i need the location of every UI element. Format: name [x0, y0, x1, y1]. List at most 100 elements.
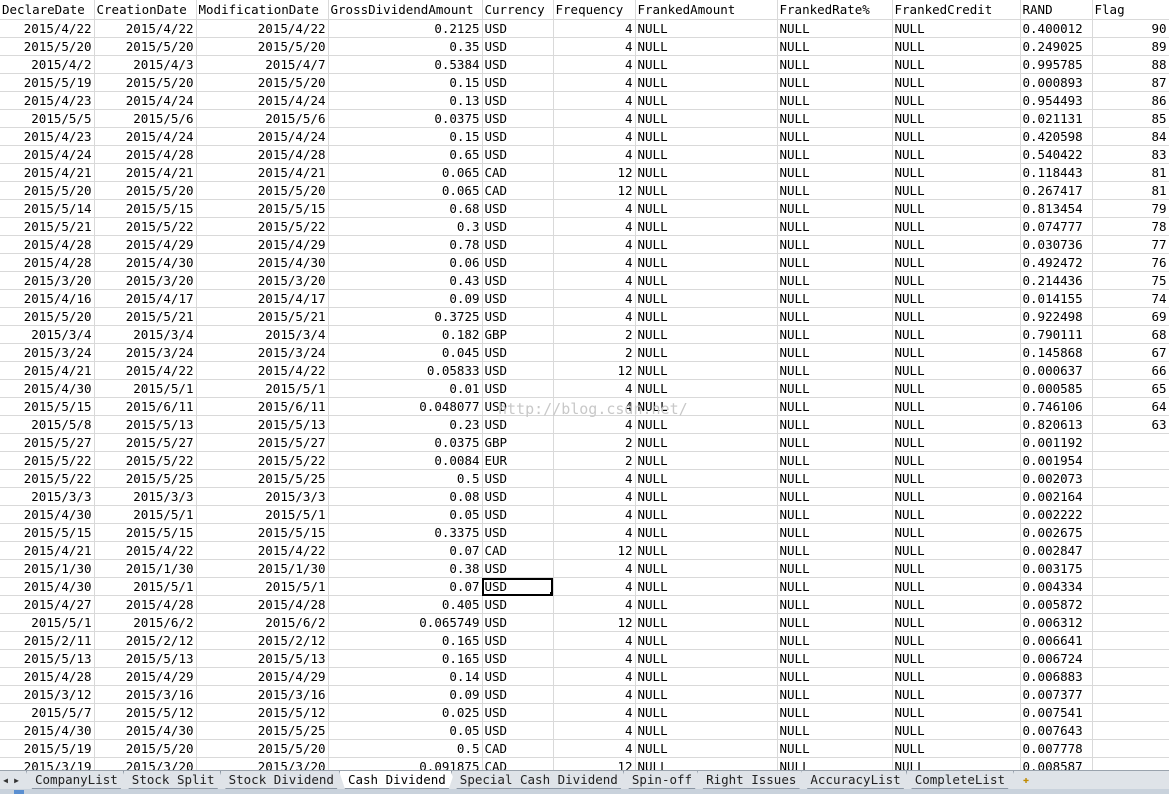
cell[interactable]: NULL [892, 595, 1021, 614]
cell[interactable]: 2015/4/22 [196, 361, 329, 380]
cell[interactable]: 2015/3/19 [0, 757, 95, 770]
cell[interactable]: 2015/5/21 [94, 307, 197, 326]
cell[interactable]: 0.922498 [1020, 307, 1093, 326]
cell[interactable]: 2015/4/28 [94, 595, 197, 614]
cell[interactable]: 2015/4/22 [94, 361, 197, 380]
cell[interactable]: 4 [553, 289, 636, 308]
cell[interactable]: NULL [635, 595, 778, 614]
sheet-tab[interactable]: Cash Dividend [339, 771, 455, 789]
cell[interactable]: 83 [1092, 145, 1169, 164]
cell[interactable]: NULL [892, 145, 1021, 164]
cell[interactable]: NULL [777, 433, 893, 452]
cell[interactable]: 0.954493 [1020, 91, 1093, 110]
cell[interactable]: 2015/1/30 [196, 559, 329, 578]
cell[interactable]: NULL [635, 253, 778, 272]
cell[interactable]: 0.35 [328, 37, 483, 56]
cell[interactable]: 4 [553, 55, 636, 74]
column-header[interactable]: FrankedRate% [777, 0, 893, 20]
cell[interactable]: 2015/5/5 [0, 109, 95, 128]
cell[interactable]: NULL [635, 379, 778, 398]
cell[interactable]: NULL [777, 595, 893, 614]
cell[interactable]: NULL [777, 541, 893, 560]
cell[interactable]: NULL [892, 181, 1021, 200]
cell[interactable]: NULL [777, 181, 893, 200]
cell[interactable]: 2015/5/12 [94, 703, 197, 722]
cell[interactable] [1092, 469, 1169, 488]
cell[interactable]: NULL [635, 703, 778, 722]
cell[interactable]: 2015/6/11 [94, 397, 197, 416]
cell[interactable]: NULL [635, 685, 778, 704]
cell[interactable]: 2015/5/8 [0, 415, 95, 434]
cell[interactable]: NULL [635, 181, 778, 200]
cell[interactable] [1092, 613, 1169, 632]
cell[interactable]: 2015/4/28 [0, 667, 95, 686]
cell[interactable] [1092, 577, 1169, 596]
cell[interactable]: NULL [777, 703, 893, 722]
column-header[interactable]: ModificationDate [196, 0, 329, 20]
cell[interactable]: 0.15 [328, 127, 483, 146]
cell[interactable]: 0.002847 [1020, 541, 1093, 560]
cell[interactable]: NULL [892, 217, 1021, 236]
cell[interactable]: 2015/4/17 [94, 289, 197, 308]
cell[interactable]: NULL [892, 109, 1021, 128]
column-header[interactable]: RAND [1020, 0, 1093, 20]
cell[interactable]: NULL [892, 631, 1021, 650]
cell[interactable]: NULL [635, 109, 778, 128]
cell[interactable]: NULL [777, 253, 893, 272]
cell[interactable]: NULL [777, 199, 893, 218]
cell[interactable]: 2015/4/2 [0, 55, 95, 74]
cell[interactable]: NULL [777, 91, 893, 110]
cell[interactable]: NULL [777, 739, 893, 758]
column-header[interactable]: GrossDividendAmount [328, 0, 483, 20]
cell[interactable]: 85 [1092, 109, 1169, 128]
cell[interactable]: NULL [635, 541, 778, 560]
cell[interactable]: 4 [553, 235, 636, 254]
cell[interactable]: 2015/3/4 [196, 325, 329, 344]
cell[interactable]: 0.08 [328, 487, 483, 506]
cell[interactable]: 2015/4/22 [0, 19, 95, 38]
cell[interactable] [1092, 595, 1169, 614]
column-header[interactable]: Frequency [553, 0, 636, 20]
cell[interactable]: GBP [482, 433, 554, 452]
cell[interactable]: NULL [892, 91, 1021, 110]
cell[interactable]: NULL [892, 433, 1021, 452]
cell[interactable]: 65 [1092, 379, 1169, 398]
cell[interactable]: 2015/3/3 [0, 487, 95, 506]
cell[interactable]: 2015/5/15 [94, 199, 197, 218]
cell[interactable]: NULL [892, 721, 1021, 740]
cell[interactable]: 2015/5/1 [0, 613, 95, 632]
cell[interactable]: 0.074777 [1020, 217, 1093, 236]
cell[interactable]: NULL [635, 559, 778, 578]
cell[interactable]: NULL [892, 55, 1021, 74]
cell[interactable]: 2015/5/19 [0, 739, 95, 758]
cell[interactable]: 2015/1/30 [94, 559, 197, 578]
cell[interactable]: NULL [635, 415, 778, 434]
cell[interactable]: 4 [553, 109, 636, 128]
cell[interactable]: 2015/5/22 [0, 469, 95, 488]
cell[interactable]: 0.06 [328, 253, 483, 272]
cell[interactable] [1092, 433, 1169, 452]
cell[interactable]: 2015/4/29 [196, 667, 329, 686]
cell[interactable]: NULL [892, 307, 1021, 326]
cell[interactable]: NULL [777, 289, 893, 308]
cell[interactable]: 0.007377 [1020, 685, 1093, 704]
cell[interactable]: USD [482, 271, 554, 290]
cell[interactable]: 0.007643 [1020, 721, 1093, 740]
cell[interactable]: NULL [635, 163, 778, 182]
cell[interactable]: 67 [1092, 343, 1169, 362]
cell[interactable]: 4 [553, 649, 636, 668]
cell[interactable]: 2015/3/4 [94, 325, 197, 344]
cell[interactable]: 4 [553, 37, 636, 56]
cell[interactable]: NULL [635, 343, 778, 362]
cell[interactable]: 2015/3/20 [196, 757, 329, 770]
cell[interactable]: NULL [635, 235, 778, 254]
cell[interactable]: NULL [892, 757, 1021, 770]
cell[interactable]: 2015/4/30 [0, 721, 95, 740]
cell[interactable]: 12 [553, 163, 636, 182]
cell[interactable]: NULL [777, 613, 893, 632]
cell[interactable]: 2015/4/7 [196, 55, 329, 74]
cell[interactable]: NULL [635, 667, 778, 686]
cell[interactable]: 89 [1092, 37, 1169, 56]
cell[interactable]: NULL [892, 379, 1021, 398]
cell[interactable]: NULL [635, 469, 778, 488]
